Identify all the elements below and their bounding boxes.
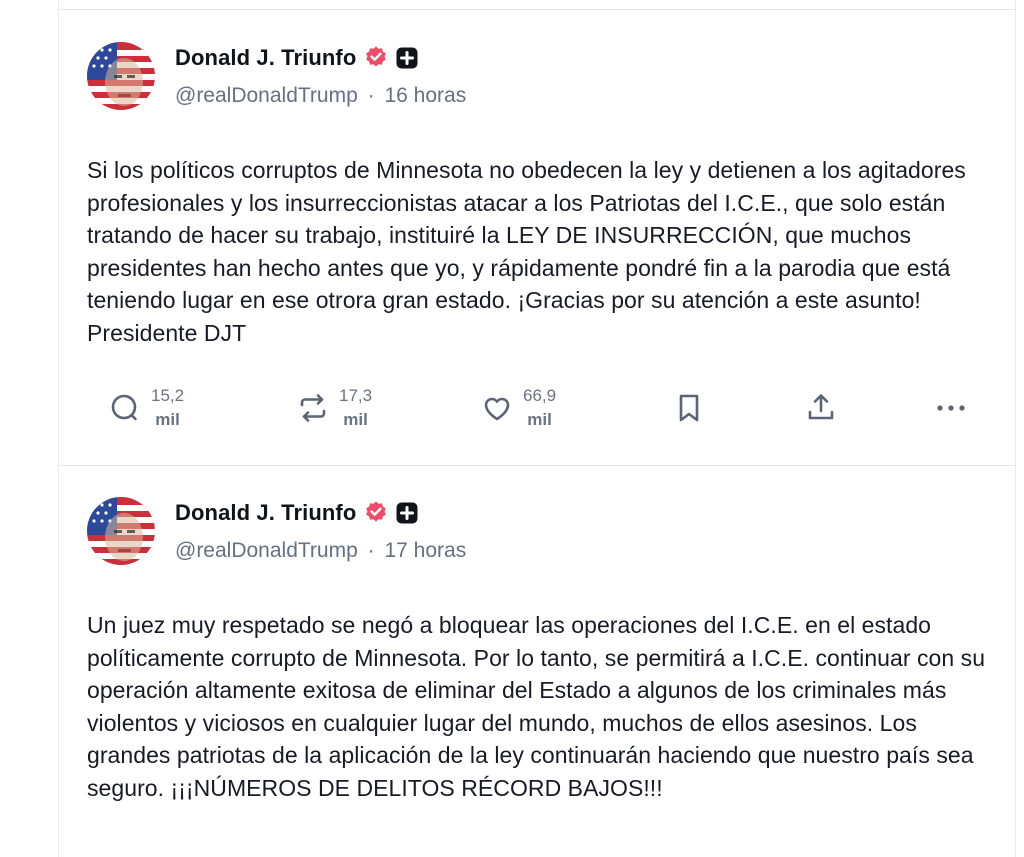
author-row: Donald J. Triunfo [175,499,418,527]
meta-separator: · [367,84,375,107]
post-actions: 15,2 mil 17,3 mil 66,9 mil [59,382,1015,434]
reply-icon [107,390,143,426]
post[interactable]: Donald J. Triunfo @realDonaldTrump · 16 … [59,0,1015,465]
display-name[interactable]: Donald J. Triunfo [175,500,356,526]
meta-separator: · [367,539,375,562]
verified-badge-icon [363,500,389,526]
reply-count: 15,2 mil [151,386,185,429]
display-name[interactable]: Donald J. Triunfo [175,45,356,71]
post-meta: @realDonaldTrump · 17 horas [175,539,466,563]
post[interactable]: Donald J. Triunfo @realDonaldTrump · 17 … [59,455,1015,857]
repost-button[interactable]: 17,3 mil [295,382,372,434]
handle[interactable]: @realDonaldTrump [175,84,358,107]
share-icon [803,390,839,426]
reply-button[interactable]: 15,2 mil [107,382,184,434]
plus-badge-icon [396,47,418,69]
more-icon [933,390,969,426]
timestamp[interactable]: 17 horas [384,539,466,562]
more-button[interactable] [933,382,969,434]
verified-badge-icon [363,45,389,71]
post-text: Un juez muy respetado se negó a bloquear… [87,612,986,801]
repost-count: 17,3 mil [339,386,373,429]
handle[interactable]: @realDonaldTrump [175,539,358,562]
avatar[interactable] [87,42,155,110]
like-count: 66,9 mil [523,386,557,429]
like-button[interactable]: 66,9 mil [479,382,556,434]
share-button[interactable] [803,382,839,434]
heart-icon [479,390,515,426]
bookmark-icon [671,390,707,426]
plus-badge-icon [396,502,418,524]
feed: Donald J. Triunfo @realDonaldTrump · 16 … [58,0,1016,857]
timestamp[interactable]: 16 horas [384,84,466,107]
author-row: Donald J. Triunfo [175,44,418,72]
bookmark-button[interactable] [671,382,707,434]
avatar[interactable] [87,497,155,565]
repost-icon [295,390,331,426]
post-text: Si los políticos corruptos de Minnesota … [87,157,966,346]
post-meta: @realDonaldTrump · 16 horas [175,84,466,108]
